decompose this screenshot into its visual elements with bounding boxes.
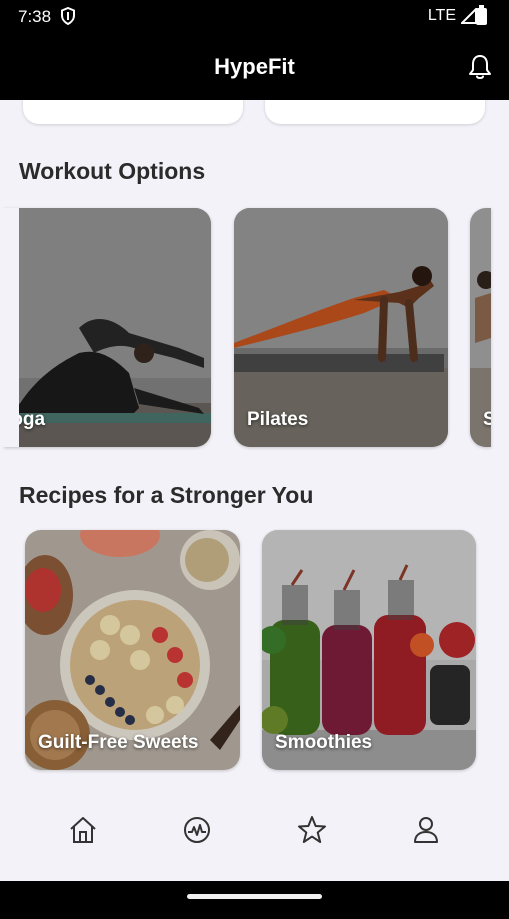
nav-home[interactable] xyxy=(63,810,103,850)
main-content: Workout Options Yoga Pilates S Recipes f… xyxy=(0,100,509,881)
shield-icon xyxy=(61,7,75,25)
recipe-tile-guilt-free-sweets[interactable]: Guilt-Free Sweets xyxy=(25,530,240,770)
summary-card[interactable] xyxy=(23,100,243,124)
nav-activity[interactable] xyxy=(177,810,217,850)
workout-tile-pilates[interactable]: Pilates xyxy=(234,208,448,447)
star-icon xyxy=(298,816,326,843)
recipe-tile-label: Guilt-Free Sweets xyxy=(38,732,199,753)
home-gesture-handle[interactable] xyxy=(187,894,322,899)
app-bar: HypeFit xyxy=(0,34,509,100)
signal-icon xyxy=(461,8,477,24)
summary-card[interactable] xyxy=(265,100,485,124)
workout-options-title: Workout Options xyxy=(19,158,206,184)
app-title: HypeFit xyxy=(214,54,295,79)
activity-icon xyxy=(184,817,210,843)
workout-tile-yoga[interactable]: Yoga xyxy=(4,208,211,447)
workout-tile-label: S xyxy=(483,409,491,430)
status-bar: 7:38 LTE xyxy=(0,0,509,34)
battery-icon xyxy=(476,5,487,25)
home-icon xyxy=(70,817,96,843)
carousel-edge xyxy=(0,208,19,447)
recipes-title: Recipes for a Stronger You xyxy=(19,482,314,508)
workout-tile-s[interactable]: S xyxy=(470,208,491,447)
system-navigation-bar xyxy=(0,881,509,919)
profile-icon xyxy=(414,817,438,843)
notifications-bell-icon[interactable] xyxy=(465,52,495,82)
nav-profile[interactable] xyxy=(406,810,446,850)
network-label: LTE xyxy=(427,7,456,24)
status-time: 7:38 xyxy=(18,7,52,26)
status-indicators: LTE xyxy=(428,7,477,25)
recipe-tile-smoothies[interactable]: Smoothies xyxy=(262,530,476,770)
nav-favorites[interactable] xyxy=(292,810,332,850)
recipe-tile-label: Smoothies xyxy=(275,732,373,753)
workout-tile-label: Pilates xyxy=(247,409,309,430)
bottom-navigation xyxy=(0,790,509,881)
